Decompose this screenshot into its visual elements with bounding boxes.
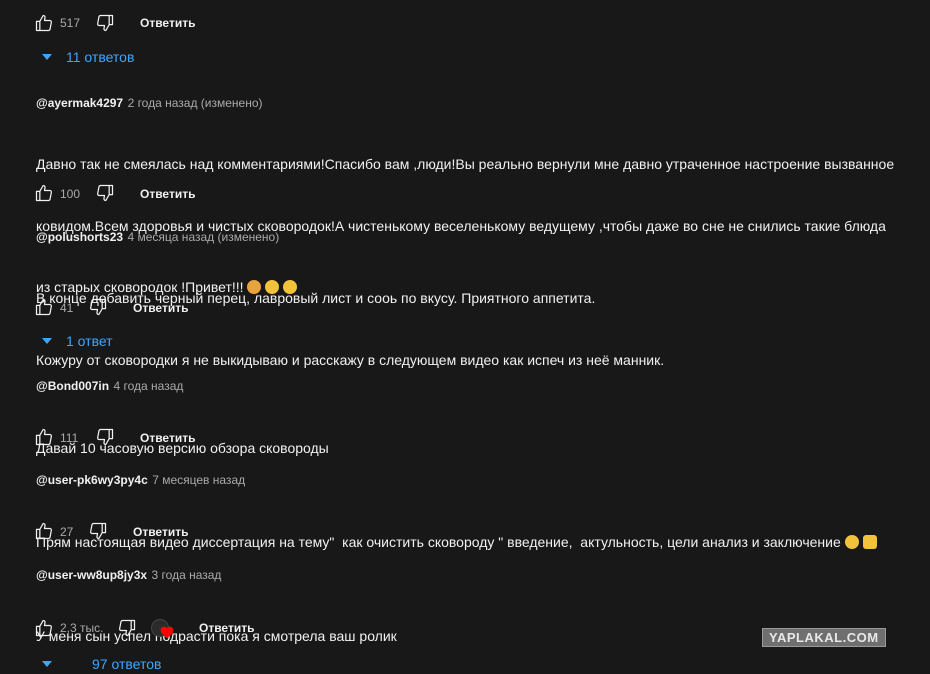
- comment-text-line: Кожуру от сковородки я не выкидываю и ра…: [36, 351, 665, 368]
- thumbs-up-icon: [34, 521, 54, 541]
- thumbs-down-icon: [88, 297, 108, 317]
- caret-down-icon: [42, 54, 52, 60]
- comment-timestamp[interactable]: 4 года назад: [114, 379, 184, 393]
- replies-count: 1 ответ: [66, 333, 113, 349]
- comment-author[interactable]: @polushorts23: [36, 230, 123, 244]
- thumbs-down-icon: [95, 427, 115, 447]
- thumbs-down-icon: [95, 13, 115, 33]
- dislike-button[interactable]: [88, 297, 108, 317]
- dislike-button[interactable]: [95, 13, 115, 33]
- reply-button[interactable]: Ответить: [140, 16, 195, 30]
- comment-timestamp[interactable]: 3 года назад: [152, 568, 222, 582]
- reply-button[interactable]: Ответить: [199, 621, 254, 635]
- creator-heart-badge: [151, 619, 175, 641]
- comment-text-line: Давно так не смеялась над комментариями!…: [36, 156, 895, 172]
- like-button[interactable]: [34, 297, 54, 317]
- thumbs-up-emoji-icon: [862, 535, 877, 549]
- thumbs-up-icon: [34, 297, 54, 317]
- comment-header: @user-pk6wy3py4c 7 месяцев назад: [36, 471, 245, 489]
- like-count: 2,3 тыс.: [60, 621, 104, 635]
- replies-count: 11 ответов: [66, 49, 135, 65]
- like-count: 100: [60, 187, 81, 201]
- comment-author[interactable]: @user-pk6wy3py4c: [36, 473, 148, 487]
- comment-timestamp[interactable]: 7 месяцев назад: [152, 473, 245, 487]
- like-button[interactable]: [34, 618, 54, 638]
- comment-timestamp[interactable]: 2 года назад (изменено): [128, 96, 263, 110]
- thumbs-down-icon: [95, 183, 115, 203]
- reply-button[interactable]: Ответить: [133, 525, 188, 539]
- heart-icon: [160, 626, 174, 639]
- dislike-button[interactable]: [95, 427, 115, 447]
- reply-button[interactable]: Ответить: [140, 187, 195, 201]
- thumbs-up-icon: [34, 183, 54, 203]
- comment-header: @ayermak4297 2 года назад (изменено): [36, 94, 263, 112]
- like-button[interactable]: [34, 427, 54, 447]
- like-count: 111: [60, 431, 79, 445]
- caret-down-icon: [42, 661, 52, 667]
- reply-button[interactable]: Ответить: [133, 301, 188, 315]
- comment-author[interactable]: @ayermak4297: [36, 96, 123, 110]
- comment-timestamp[interactable]: 4 месяца назад (изменено): [128, 230, 280, 244]
- like-button[interactable]: [34, 521, 54, 541]
- comment-author[interactable]: @Bond007in: [36, 379, 109, 393]
- like-button[interactable]: [34, 183, 54, 203]
- thumbs-up-icon: [34, 13, 54, 33]
- comment-header: @polushorts23 4 месяца назад (изменено): [36, 228, 279, 246]
- replies-count: 97 ответов: [92, 656, 162, 672]
- rofl-emoji-icon: [844, 535, 859, 549]
- thumbs-up-icon: [34, 618, 54, 638]
- thumbs-down-icon: [88, 521, 108, 541]
- like-count: 41: [60, 301, 74, 315]
- dislike-button[interactable]: [88, 521, 108, 541]
- reply-button[interactable]: Ответить: [140, 431, 195, 445]
- replies-toggle[interactable]: 11 ответов: [42, 49, 134, 67]
- thumbs-down-icon: [117, 618, 137, 638]
- dislike-button[interactable]: [95, 183, 115, 203]
- comment-header: @Bond007in 4 года назад: [36, 377, 183, 395]
- watermark-logo: YAPLAKAL.COM: [762, 628, 886, 647]
- like-count: 517: [60, 16, 81, 30]
- caret-down-icon: [42, 338, 52, 344]
- like-button[interactable]: [34, 13, 54, 33]
- replies-toggle[interactable]: 1 ответ: [42, 333, 113, 351]
- replies-toggle[interactable]: 97 ответов: [42, 656, 161, 674]
- comment-author[interactable]: @user-ww8up8jy3x: [36, 568, 147, 582]
- comment-header: @user-ww8up8jy3x 3 года назад: [36, 566, 221, 584]
- dislike-button[interactable]: [117, 618, 137, 638]
- thumbs-up-icon: [34, 427, 54, 447]
- comment-text: В конце добавить черный перец, лавровый …: [36, 247, 916, 391]
- like-count: 27: [60, 525, 74, 539]
